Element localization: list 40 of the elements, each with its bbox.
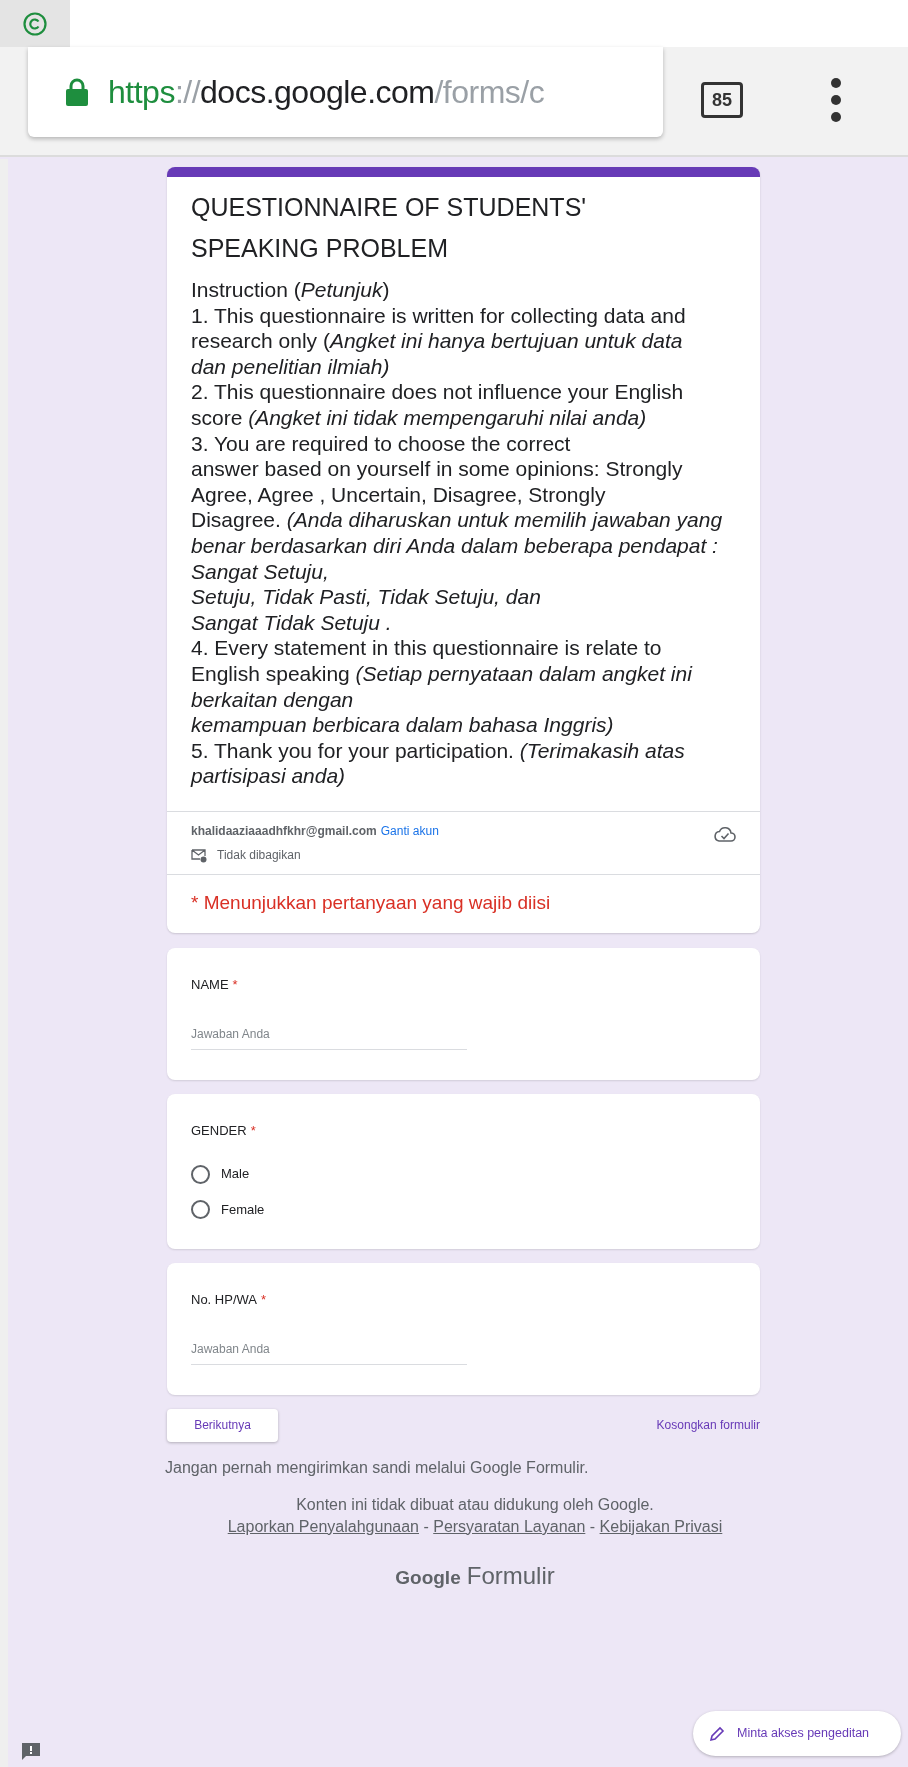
brand-logo-text: Google (395, 1565, 461, 1590)
instructions-text: Instruction (Petunjuk) 1. This questionnaire is written for collecting data and research only (Angket ini hanya bertujuan untuk data dan penelitian ilmiah) 2. This questionnaire does not influence your English score (Angket ini tidak mempengaruhi nilai anda) 3. You are required to choose the correct answer based on yourself in some opinions: Strongly Agree, Agree , Uncertain, Disagree, Strongly Disagree. (Anda diharuskan untuk memilih jawaban yang benar berdasarkan diri Anda dalam beberapa pendapat : Sangat Setuju, Setuju, Tidak Pasti, Tidak Setuju, dan Sangat Tidak Setuju . 4. Every statement in this questionnaire is relate to English speaking (Setiap pernyataan dalam angket ini berkaitan dengan kemampuan berbicara dalam bahasa Inggris) 5. Thank you for your participation. (Terimakasih atas partisipasi anda) (191, 277, 724, 789)
tab-count-button[interactable]: 85 (701, 82, 743, 118)
footer-link[interactable]: Persyaratan Layanan (433, 1517, 586, 1535)
form-title: QUESTIONNAIRE OF STUDENTS' SPEAKING PROBLEM (191, 192, 588, 264)
clear-form-link[interactable]: Kosongkan formulir (656, 1416, 760, 1435)
option-label: Female (221, 1200, 265, 1219)
radio-button[interactable] (191, 1164, 210, 1184)
required-asterisk: * (261, 1291, 267, 1310)
app-icon (22, 10, 48, 37)
radio-button[interactable] (191, 1200, 210, 1220)
cloud-saved-icon (714, 825, 736, 842)
required-asterisk: * (250, 1121, 256, 1140)
feedback-icon[interactable] (21, 1742, 41, 1761)
next-button[interactable]: Berikutnya (167, 1408, 278, 1442)
link-separator: - (589, 1517, 596, 1535)
mail-icon (191, 846, 207, 863)
link-separator: - (423, 1517, 429, 1535)
pencil-icon (709, 1725, 725, 1742)
footer-link[interactable]: Kebijakan Privasi (599, 1517, 723, 1535)
disclaimer-text: Konten ini tidak dibuat atau didukung oleh Google. (296, 1495, 654, 1513)
option-label: Male (221, 1165, 250, 1184)
password-warning: Jangan pernah mengirimkan sandi melalui Google Formulir. (165, 1457, 590, 1478)
required-asterisk: * (232, 976, 238, 995)
lock-icon (66, 78, 88, 106)
account-email: khalidaaziaaadhfkhr@gmail.com (191, 822, 377, 840)
question-title: No. HP/WA (191, 1291, 257, 1310)
brand-product-name: Formulir (466, 1560, 555, 1591)
question-title: GENDER (191, 1121, 247, 1140)
edit-access-button[interactable]: Minta akses pengeditan (693, 1711, 901, 1756)
url-text: https://docs.google.com/forms/c (108, 73, 545, 112)
sharing-status: Tidak dibagikan (217, 846, 301, 864)
question-title: NAME (191, 976, 229, 995)
answer-field[interactable]: Jawaban Anda (191, 1024, 467, 1050)
answer-field[interactable]: Jawaban Anda (191, 1339, 467, 1365)
switch-account-link[interactable]: Ganti akun (380, 821, 439, 840)
required-note: * Menunjukkan pertanyaan yang wajib diisi (191, 891, 551, 913)
footer-link[interactable]: Laporkan Penyalahgunaan (227, 1517, 419, 1535)
menu-icon[interactable] (830, 77, 842, 123)
address-bar[interactable]: https://docs.google.com/forms/c (28, 47, 663, 137)
